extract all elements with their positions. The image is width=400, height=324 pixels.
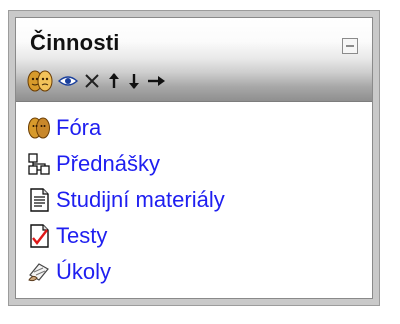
assignment-icon	[26, 259, 52, 285]
delete-x-icon[interactable]	[82, 72, 102, 90]
list-item: Úkoly	[26, 254, 225, 290]
activity-link-studijni-materialy[interactable]: Studijní materiály	[56, 187, 225, 213]
arrow-down-icon[interactable]	[126, 72, 142, 90]
list-item: Přednášky	[26, 146, 225, 182]
activity-link-fora[interactable]: Fóra	[56, 115, 101, 141]
activities-block: Činnosti Fóra Přednášky Studijní materiá…	[8, 10, 380, 306]
resource-icon	[26, 151, 52, 177]
eye-icon[interactable]	[58, 74, 78, 88]
arrow-right-icon[interactable]	[146, 73, 166, 89]
block-toolbar	[26, 68, 166, 94]
document-icon	[26, 187, 52, 213]
forum-icon	[26, 115, 52, 141]
activity-link-prednasky[interactable]: Přednášky	[56, 151, 160, 177]
list-item: Studijní materiály	[26, 182, 225, 218]
arrow-up-icon[interactable]	[106, 72, 122, 90]
list-item: Testy	[26, 218, 225, 254]
collapse-icon[interactable]	[342, 38, 358, 54]
block-title: Činnosti	[30, 30, 120, 55]
roles-icon[interactable]	[26, 69, 54, 93]
activity-link-ukoly[interactable]: Úkoly	[56, 259, 111, 285]
list-item: Fóra	[26, 110, 225, 146]
block-header: Činnosti	[16, 18, 372, 102]
activities-list: Fóra Přednášky Studijní materiály Testy …	[26, 110, 225, 290]
activities-block-inner: Činnosti Fóra Přednášky Studijní materiá…	[15, 17, 373, 299]
activity-link-testy[interactable]: Testy	[56, 223, 107, 249]
quiz-icon	[26, 223, 52, 249]
